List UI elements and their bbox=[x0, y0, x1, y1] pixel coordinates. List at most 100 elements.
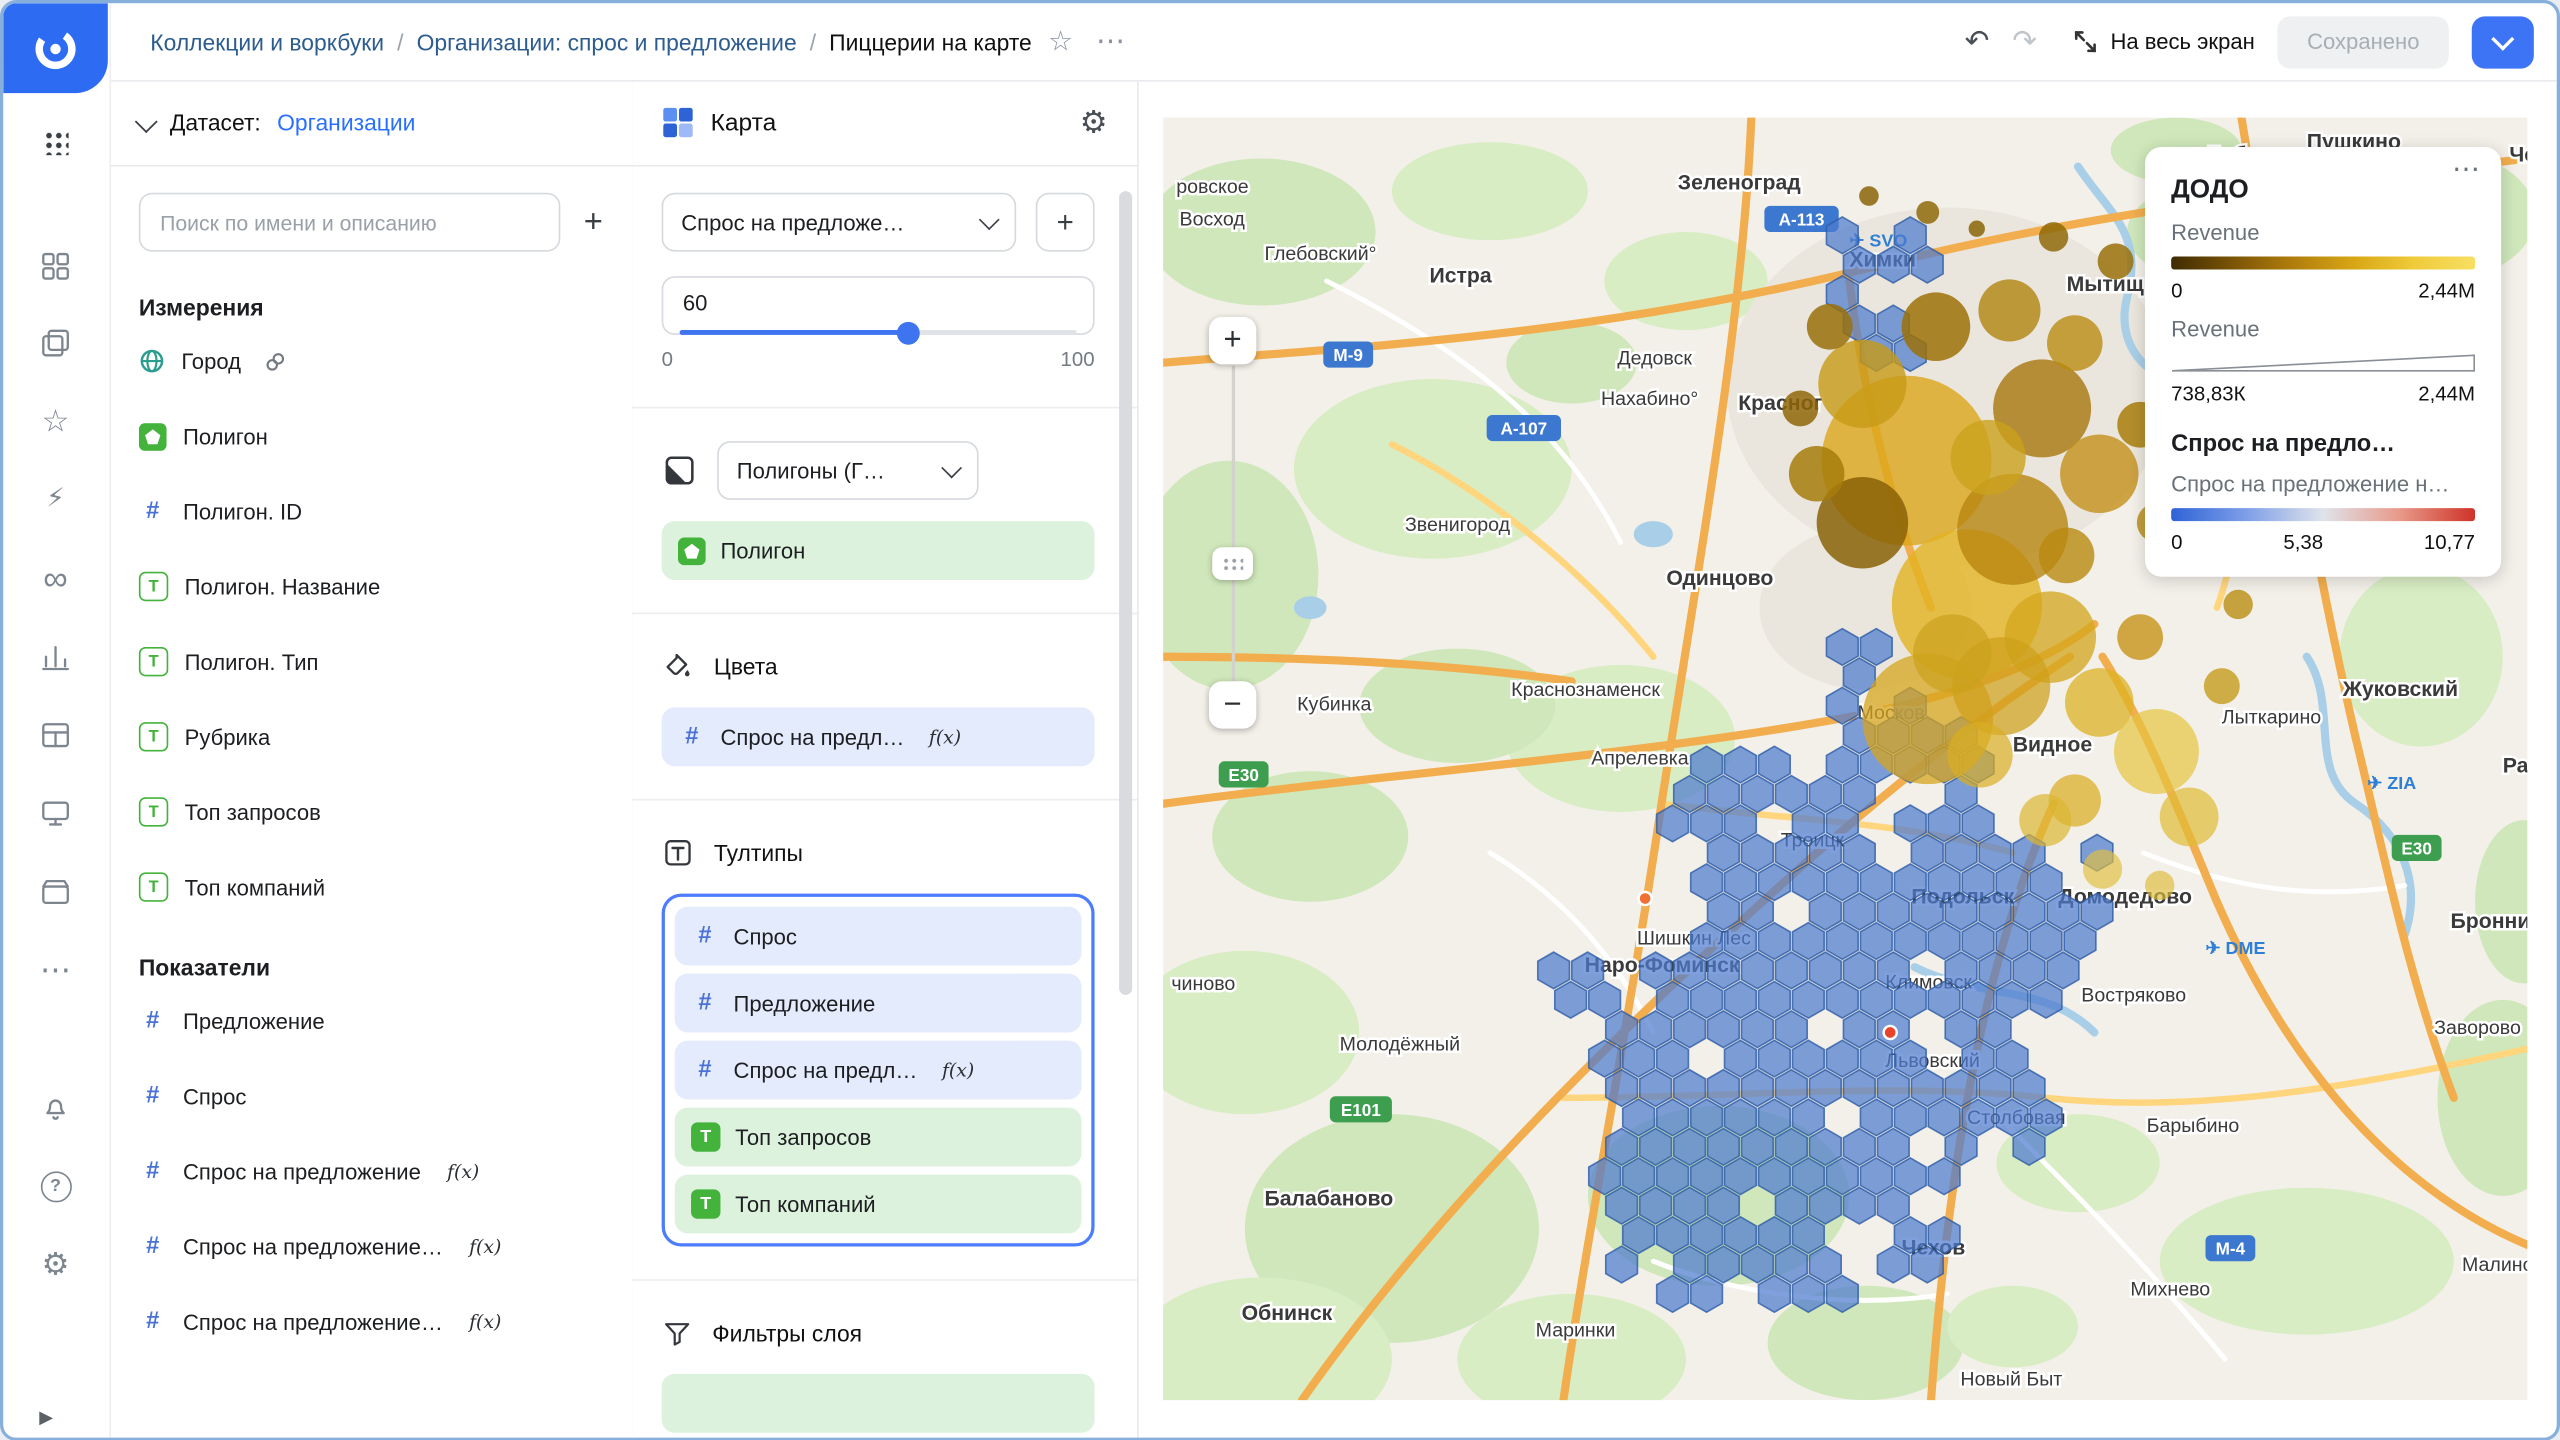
map-city-label: Видное bbox=[2013, 733, 2093, 756]
zoom-in-button[interactable]: + bbox=[1209, 317, 1256, 364]
chart-settings-gear-icon[interactable]: ⚙ bbox=[1080, 104, 1108, 142]
colors-field-chip[interactable]: # Спрос на предл… f(x) bbox=[662, 707, 1095, 766]
field-row-poligon-id[interactable]: # Полигон. ID bbox=[139, 474, 603, 549]
dataset-name-link[interactable]: Организации bbox=[277, 109, 415, 135]
field-row-top-kompaniy[interactable]: T Топ компаний bbox=[139, 850, 603, 925]
legend-scale-min: 0 bbox=[2171, 531, 2182, 554]
layer-filters-funnel-icon bbox=[662, 1318, 693, 1349]
tooltip-chip-spros-na-predl[interactable]: # Спрос на предл… f(x) bbox=[675, 1041, 1082, 1100]
measure-row-predlozhenie[interactable]: # Предложение bbox=[139, 983, 603, 1058]
charts-icon[interactable] bbox=[3, 629, 108, 685]
map-city-label: Заворово bbox=[2434, 1017, 2521, 1039]
measure-row-spros-na-predlozhenie[interactable]: # Спрос на предложение f(x) bbox=[139, 1134, 603, 1209]
add-field-button[interactable]: + bbox=[584, 206, 603, 239]
help-icon[interactable]: ? bbox=[3, 1158, 108, 1214]
colors-section-title: Цвета bbox=[714, 653, 778, 679]
text-field-icon: T bbox=[691, 1189, 720, 1218]
legend-size-min: 738,83К bbox=[2171, 382, 2245, 405]
field-row-gorod[interactable]: Город bbox=[139, 323, 603, 398]
chart-type-title: Карта bbox=[711, 109, 777, 137]
favorites-star-icon[interactable]: ☆ bbox=[3, 394, 108, 450]
measure-row-spros[interactable]: # Спрос bbox=[139, 1059, 603, 1134]
field-label: Город bbox=[181, 349, 241, 374]
chip-label: Топ запросов bbox=[735, 1125, 871, 1150]
geotype-select[interactable]: Полигоны (Г… bbox=[717, 441, 978, 500]
left-navigation-rail: ☆ ⚡ ∞ ⋯ ? ⚙ ▶ bbox=[3, 3, 111, 1437]
tooltip-chip-spros[interactable]: # Спрос bbox=[675, 907, 1082, 966]
text-field-icon: T bbox=[139, 572, 168, 601]
settings-gear-icon[interactable]: ⚙ bbox=[3, 1237, 108, 1293]
map-city-label: Мытищ bbox=[2067, 273, 2144, 296]
apps-grid-icon[interactable] bbox=[3, 114, 108, 170]
map-city-label: чиново bbox=[1171, 973, 1235, 995]
field-row-top-zaprosov[interactable]: T Топ запросов bbox=[139, 774, 603, 849]
geopolygon-field-chip[interactable]: Полигон bbox=[662, 521, 1095, 580]
chart-more-menu-icon[interactable]: ⋯ bbox=[1096, 25, 1127, 59]
tooltip-chip-top-kompaniy[interactable]: T Топ компаний bbox=[675, 1175, 1082, 1234]
breadcrumb: Коллекции и воркбуки / Организации: спро… bbox=[150, 29, 1031, 55]
measure-row-spros-na-predlozhenie-2[interactable]: # Спрос на предложение… f(x) bbox=[139, 1209, 603, 1284]
breadcrumb-current-chart: Пиццерии на карте bbox=[829, 29, 1032, 55]
quick-actions-icon[interactable]: ⚡ bbox=[3, 472, 108, 528]
field-search-input[interactable] bbox=[139, 193, 561, 252]
link-icon bbox=[264, 350, 285, 371]
breadcrumb-collections[interactable]: Коллекции и воркбуки bbox=[150, 29, 384, 55]
legend-revenue-min: 0 bbox=[2171, 279, 2182, 302]
zoom-out-button[interactable]: − bbox=[1209, 681, 1256, 728]
layer-filter-chip-partial[interactable] bbox=[662, 1374, 1095, 1433]
dataset-collapse-chevron-icon[interactable] bbox=[135, 109, 158, 132]
tooltip-chip-predlozhenie[interactable]: # Предложение bbox=[675, 974, 1082, 1033]
tooltips-drop-zone[interactable]: # Спрос # Предложение # Спрос на предл… … bbox=[662, 894, 1095, 1247]
monitoring-icon[interactable] bbox=[3, 786, 108, 842]
datalens-logo[interactable] bbox=[3, 3, 108, 93]
number-field-icon: # bbox=[691, 990, 719, 1016]
undo-icon[interactable]: ↶ bbox=[1965, 25, 1990, 59]
chevron-down-icon bbox=[2491, 27, 2514, 50]
map-city-label: Востряково bbox=[2081, 984, 2186, 1006]
geometry-type-icon bbox=[662, 453, 698, 489]
save-dropdown-button[interactable] bbox=[2472, 16, 2534, 68]
zoom-slider-track[interactable] bbox=[1232, 366, 1235, 685]
map-city-label: Звенигород bbox=[1405, 514, 1511, 536]
field-row-poligon[interactable]: Полигон bbox=[139, 399, 603, 474]
redo-icon[interactable]: ↷ bbox=[2012, 25, 2037, 59]
legend-more-menu-icon[interactable]: ⋯ bbox=[2452, 154, 2481, 187]
map-city-label: Апрелевка bbox=[1591, 748, 1689, 770]
more-services-icon[interactable]: ⋯ bbox=[3, 943, 108, 999]
zoom-slider-handle[interactable] bbox=[1212, 547, 1253, 580]
opacity-slider-handle[interactable] bbox=[897, 322, 920, 345]
rail-collapse-icon[interactable]: ▶ bbox=[39, 1407, 53, 1428]
chart-config-panel: Карта ⚙ Спрос на предложе… + 60 0 100 bbox=[632, 80, 1138, 1438]
drag-dots-icon bbox=[1222, 557, 1243, 570]
field-row-rubrika[interactable]: T Рубрика bbox=[139, 699, 603, 774]
map-city-label: Лыткарино bbox=[2222, 707, 2321, 729]
legend-revenue-gradient bbox=[2171, 256, 2475, 269]
measure-row-spros-na-predlozhenie-3[interactable]: # Спрос на предложение… f(x) bbox=[139, 1284, 603, 1359]
legend-demand-field: Спрос на предложение н… bbox=[2171, 472, 2475, 497]
breadcrumb-workbook[interactable]: Организации: спрос и предложение bbox=[417, 29, 797, 55]
layer-select[interactable]: Спрос на предложе… bbox=[662, 193, 1017, 252]
chevron-down-icon bbox=[979, 209, 1000, 230]
notifications-bell-icon[interactable] bbox=[3, 1080, 108, 1136]
field-row-poligon-name[interactable]: T Полигон. Название bbox=[139, 549, 603, 624]
add-layer-button[interactable]: + bbox=[1036, 193, 1095, 252]
storage-box-icon[interactable] bbox=[3, 864, 108, 920]
tooltip-chip-top-zaprosov[interactable]: T Топ запросов bbox=[675, 1108, 1082, 1167]
datalens-logo-icon bbox=[31, 24, 80, 73]
geo-map-canvas[interactable]: А-113М-9А-107М-4Е30Е30Е101✈ SVO✈ DME✈ ZI… bbox=[1163, 118, 2527, 1400]
connections-icon[interactable]: ∞ bbox=[3, 551, 108, 607]
dashboards-icon[interactable] bbox=[3, 239, 108, 295]
fullscreen-button[interactable]: На весь экран bbox=[2073, 29, 2255, 54]
number-field-icon: # bbox=[691, 923, 719, 949]
favorite-star-icon[interactable]: ☆ bbox=[1048, 25, 1073, 58]
saved-button[interactable]: Сохранено bbox=[2278, 16, 2449, 68]
opacity-slider-track[interactable] bbox=[680, 330, 1077, 335]
field-label: Топ запросов bbox=[185, 800, 321, 825]
road-shield-label: А-113 bbox=[1779, 209, 1825, 229]
workbooks-icon[interactable] bbox=[3, 315, 108, 371]
field-label: Топ компаний bbox=[185, 875, 325, 900]
config-panel-scrollbar[interactable] bbox=[1119, 191, 1132, 995]
field-row-poligon-type[interactable]: T Полигон. Тип bbox=[139, 624, 603, 699]
datasets-table-icon[interactable] bbox=[3, 707, 108, 763]
map-city-label: Восход bbox=[1180, 208, 1246, 230]
